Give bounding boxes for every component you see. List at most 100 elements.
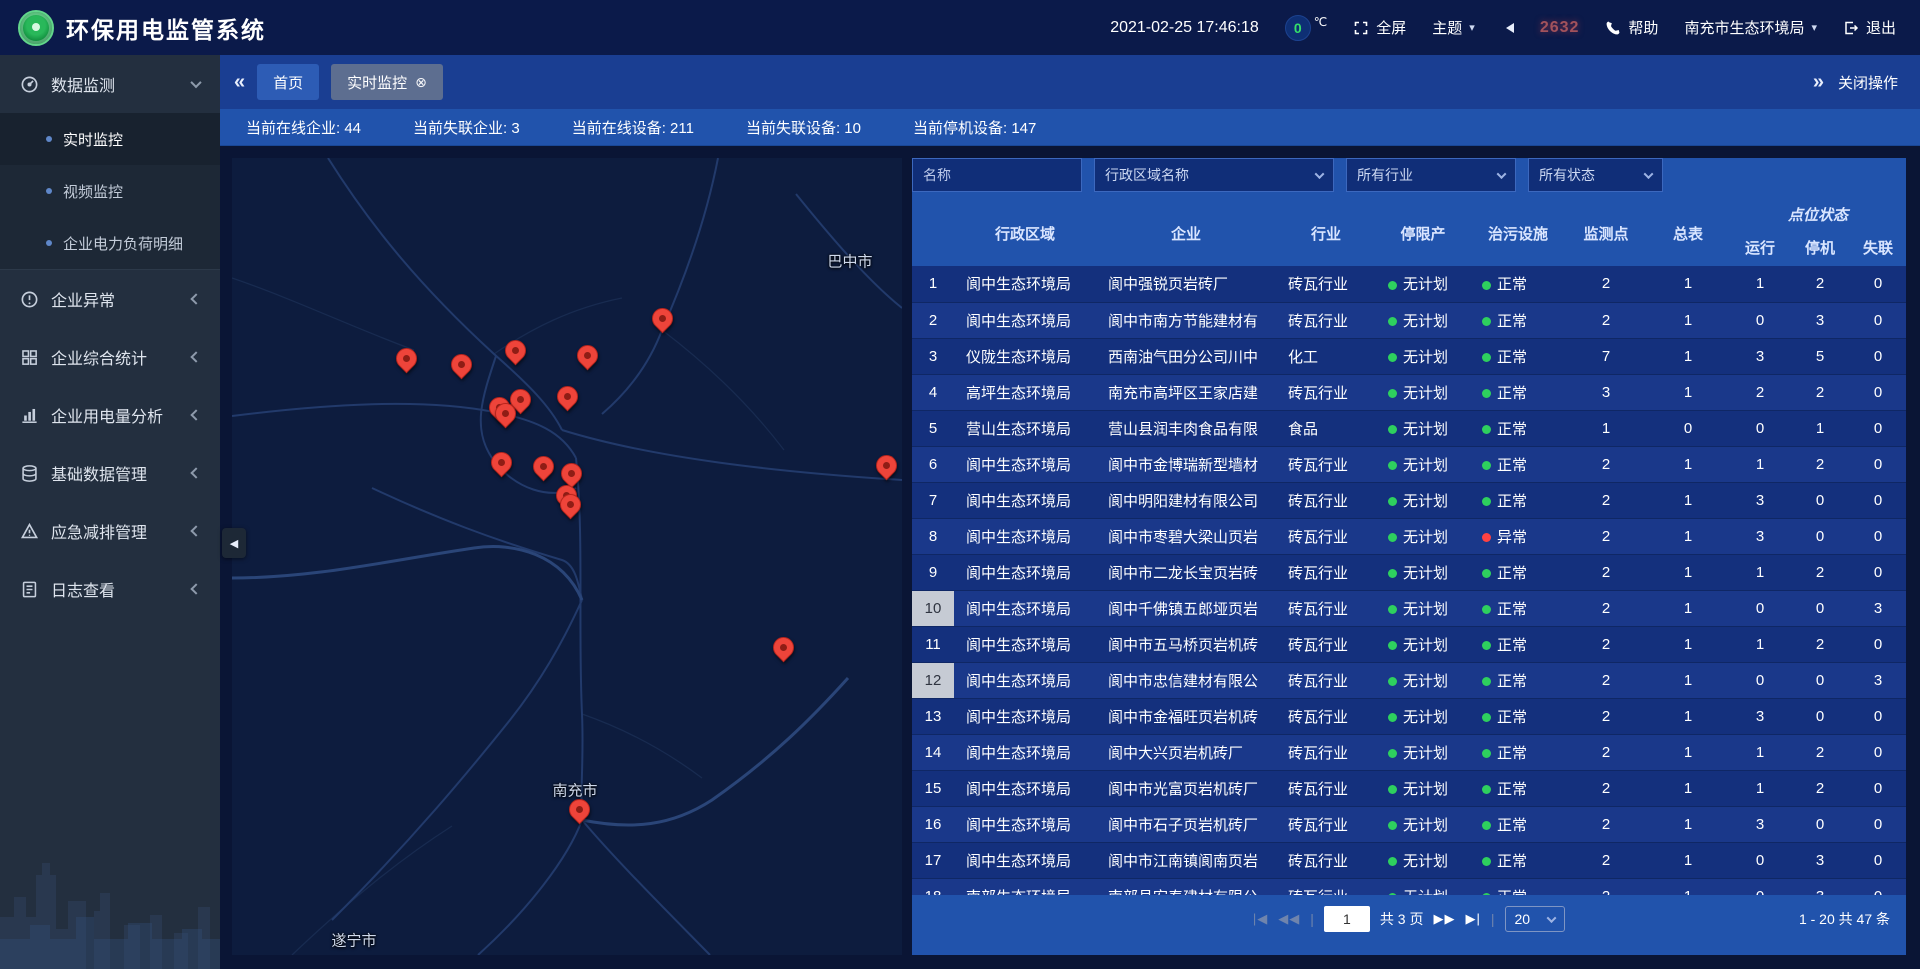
cell-region: 阆中生态环境局 (954, 842, 1096, 878)
cell-points: 2 (1566, 302, 1646, 338)
theme-dropdown[interactable]: 主题 ▾ (1432, 17, 1475, 38)
sidebar-subitem-0-0[interactable]: 实时监控 (0, 113, 220, 165)
close-operations-button[interactable]: 关闭操作 (1838, 72, 1898, 93)
tabs-scroll-right-icon[interactable]: » (1813, 72, 1824, 92)
status-item-1: 当前失联企业: 3 (413, 117, 520, 138)
cell-disconnected: 0 (1850, 842, 1906, 878)
table-row[interactable]: 3仪陇生态环境局西南油气田分公司川中化工无计划正常71350 (912, 338, 1906, 374)
marquee-toggle[interactable] (1501, 23, 1514, 33)
sidebar-collapse-handle[interactable]: ◀ (222, 528, 246, 558)
cell-limit: 无计划 (1376, 806, 1470, 842)
cell-industry: 砖瓦行业 (1276, 662, 1376, 698)
cell-limit: 无计划 (1376, 590, 1470, 626)
fullscreen-button[interactable]: 全屏 (1353, 17, 1406, 38)
tab-home[interactable]: 首页 (257, 64, 319, 100)
cell-running: 0 (1730, 842, 1790, 878)
sidebar-item-1[interactable]: 企业异常 (0, 270, 220, 328)
tab-close-icon[interactable]: ⊗ (415, 74, 427, 91)
map[interactable]: 巴中市南充市遂宁市 (232, 158, 902, 955)
region-select-value: 行政区域名称 (1105, 165, 1189, 185)
name-search-input[interactable] (912, 158, 1082, 192)
cell-running: 0 (1730, 590, 1790, 626)
bullet-icon (46, 188, 52, 194)
table-container: 行政区域 企业 行业 停限产 治污设施 监测点 总表 点位状态 (912, 200, 1906, 895)
first-page-button[interactable]: |◀ (1253, 905, 1268, 933)
tabs-scroll-left-icon[interactable]: « (234, 72, 245, 92)
cell-running: 1 (1730, 266, 1790, 302)
table-row[interactable]: 12阆中生态环境局阆中市忠信建材有限公砖瓦行业无计划正常21003 (912, 662, 1906, 698)
sidebar-item-5[interactable]: 应急减排管理 (0, 502, 220, 560)
cell-stopped: 2 (1790, 734, 1850, 770)
enterprise-panel: 行政区域名称 所有行业 所有状态 (912, 158, 1906, 955)
cell-meters: 1 (1646, 770, 1730, 806)
cell-meters: 1 (1646, 626, 1730, 662)
table-row[interactable]: 4高坪生态环境局南充市高坪区王家店建砖瓦行业无计划正常31220 (912, 374, 1906, 410)
gauge-icon (20, 75, 39, 94)
cell-meters: 1 (1646, 302, 1730, 338)
tab-bar: « 首页 实时监控 ⊗ » 关闭操作 (220, 55, 1920, 109)
page-number-input[interactable] (1324, 906, 1370, 932)
table-row[interactable]: 13阆中生态环境局阆中市金福旺页岩机砖砖瓦行业无计划正常21300 (912, 698, 1906, 734)
prev-page-button[interactable]: ◀◀ (1278, 905, 1300, 933)
sidebar-subitem-0-1[interactable]: 视频监控 (0, 165, 220, 217)
cell-stopped: 2 (1790, 770, 1850, 806)
cell-points: 2 (1566, 482, 1646, 518)
table-row[interactable]: 2阆中生态环境局阆中市南方节能建材有砖瓦行业无计划正常21030 (912, 302, 1906, 338)
sidebar-item-0[interactable]: 数据监测 (0, 55, 220, 113)
cell-limit: 无计划 (1376, 734, 1470, 770)
cell-meters: 1 (1646, 734, 1730, 770)
chevron-left-icon (192, 290, 200, 308)
cell-points: 2 (1566, 626, 1646, 662)
cell-index: 14 (912, 734, 954, 770)
cell-running: 0 (1730, 878, 1790, 895)
sidebar-subitem-0-2[interactable]: 企业电力负荷明细 (0, 217, 220, 269)
last-page-button[interactable]: ▶| (1466, 905, 1481, 933)
org-dropdown[interactable]: 南充市生态环境局 ▾ (1684, 17, 1817, 38)
table-row[interactable]: 11阆中生态环境局阆中市五马桥页岩机砖砖瓦行业无计划正常21120 (912, 626, 1906, 662)
sidebar-item-6[interactable]: 日志查看 (0, 560, 220, 618)
industry-select-value: 所有行业 (1357, 165, 1413, 185)
table-row[interactable]: 6阆中生态环境局阆中市金博瑞新型墙材砖瓦行业无计划正常21120 (912, 446, 1906, 482)
table-row[interactable]: 1阆中生态环境局阆中强锐页岩砖厂砖瓦行业无计划正常21120 (912, 266, 1906, 302)
sidebar-item-4[interactable]: 基础数据管理 (0, 444, 220, 502)
table-row[interactable]: 18南部生态环境局南部县宏泰建材有限公砖瓦行业无计划正常21030 (912, 878, 1906, 895)
cell-limit: 无计划 (1376, 662, 1470, 698)
status-select[interactable]: 所有状态 (1528, 158, 1663, 192)
cell-limit: 无计划 (1376, 842, 1470, 878)
col-industry: 行业 (1276, 200, 1376, 266)
status-dot-green (1388, 677, 1397, 686)
cell-limit: 无计划 (1376, 482, 1470, 518)
page-size-select[interactable]: 20 (1505, 906, 1566, 932)
table-row[interactable]: 7阆中生态环境局阆中明阳建材有限公司砖瓦行业无计划正常21300 (912, 482, 1906, 518)
pagination-bar: |◀ ◀◀ | 共 3 页 ▶▶ ▶| | 20 (912, 895, 1906, 955)
cell-industry: 食品 (1276, 410, 1376, 446)
region-select[interactable]: 行政区域名称 (1094, 158, 1334, 192)
table-row[interactable]: 15阆中生态环境局阆中市光富页岩机砖厂砖瓦行业无计划正常21120 (912, 770, 1906, 806)
cell-industry: 砖瓦行业 (1276, 878, 1376, 895)
status-dot-green (1388, 857, 1397, 866)
table-row[interactable]: 17阆中生态环境局阆中市江南镇阆南页岩砖瓦行业无计划正常21030 (912, 842, 1906, 878)
table-row[interactable]: 14阆中生态环境局阆中大兴页岩机砖厂砖瓦行业无计划正常21120 (912, 734, 1906, 770)
table-row[interactable]: 8阆中生态环境局阆中市枣碧大梁山页岩砖瓦行业无计划异常21300 (912, 518, 1906, 554)
table-row[interactable]: 5营山生态环境局营山县润丰肉食品有限食品无计划正常10010 (912, 410, 1906, 446)
cell-stopped: 2 (1790, 266, 1850, 302)
tab-realtime-monitor[interactable]: 实时监控 ⊗ (331, 64, 443, 100)
cell-running: 1 (1730, 626, 1790, 662)
map-roads (232, 158, 902, 955)
sidebar-item-2[interactable]: 企业综合统计 (0, 328, 220, 386)
industry-select[interactable]: 所有行业 (1346, 158, 1516, 192)
table-row[interactable]: 9阆中生态环境局阆中市二龙长宝页岩砖砖瓦行业无计划正常21120 (912, 554, 1906, 590)
cell-company: 阆中市五马桥页岩机砖 (1096, 626, 1276, 662)
status-dot-green (1388, 533, 1397, 542)
temperature-badge: 0 (1285, 15, 1311, 41)
table-row[interactable]: 10阆中生态环境局阆中千佛镇五郎垭页岩砖瓦行业无计划正常21003 (912, 590, 1906, 626)
help-button[interactable]: 帮助 (1605, 17, 1658, 38)
cell-points: 3 (1566, 374, 1646, 410)
table-row[interactable]: 16阆中生态环境局阆中市石子页岩机砖厂砖瓦行业无计划正常21300 (912, 806, 1906, 842)
next-page-button[interactable]: ▶▶ (1434, 905, 1456, 933)
logout-icon (1843, 20, 1859, 36)
cell-index: 4 (912, 374, 954, 410)
logout-button[interactable]: 退出 (1843, 17, 1896, 38)
sidebar-item-label: 企业异常 (51, 287, 115, 311)
sidebar-item-3[interactable]: 企业用电量分析 (0, 386, 220, 444)
